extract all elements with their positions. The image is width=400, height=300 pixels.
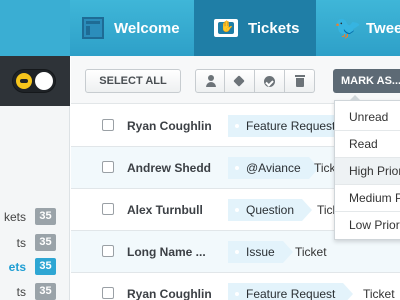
sidebar-item[interactable]: ts 35	[0, 281, 70, 300]
sidebar-item[interactable]: ts 35	[0, 232, 70, 254]
ticket-subject: Ticket	[295, 245, 327, 259]
assign-button[interactable]	[195, 69, 225, 93]
menu-item-medium-priority[interactable]: Medium Pri	[335, 185, 400, 212]
mark-as-button[interactable]: MARK AS...	[333, 69, 400, 93]
ticket-subject: Ticket	[363, 287, 395, 300]
sidebar-item-active[interactable]: ets 35	[0, 256, 70, 278]
row-checkbox[interactable]	[102, 287, 114, 299]
select-all-button[interactable]: SELECT ALL	[85, 69, 181, 93]
requester-name: Ryan Coughlin	[127, 119, 212, 133]
tab-welcome[interactable]: Welcome	[82, 0, 180, 56]
sidebar-item-label: ts	[16, 285, 26, 299]
person-icon	[196, 70, 224, 92]
requester-name: Alex Turnbull	[127, 203, 203, 217]
tag-button[interactable]	[225, 69, 255, 93]
nav-left-panel	[0, 0, 70, 56]
row-checkbox[interactable]	[102, 161, 114, 173]
menu-item-low-priority[interactable]: Low Prior	[335, 212, 400, 239]
action-button-group	[195, 69, 315, 93]
sidebar-item-count: 35	[35, 234, 56, 251]
sidebar: kets 35 ts 35 ets 35 ts 35	[0, 56, 70, 300]
tab-tickets-label: Tickets	[248, 19, 300, 37]
ticket-tag: Question	[228, 199, 313, 221]
sidebar-item-count: 35	[35, 208, 56, 225]
row-checkbox[interactable]	[102, 245, 114, 257]
menu-item-high-priority[interactable]: High Prior	[335, 158, 400, 185]
sidebar-item-label: ts	[16, 236, 26, 250]
tab-tweets[interactable]: 🐦 Twee	[334, 0, 400, 56]
requester-name: Long Name ...	[127, 245, 206, 259]
trash-icon	[285, 70, 314, 92]
sidebar-item-label: kets	[3, 210, 26, 224]
sidebar-item-count: 35	[35, 258, 56, 275]
resolve-button[interactable]	[255, 69, 285, 93]
sidebar-item-count: 35	[35, 283, 56, 300]
chat-icon	[16, 73, 32, 89]
mark-as-menu: Unread Read High Prior Medium Pri Low Pr…	[334, 95, 400, 240]
row-checkbox[interactable]	[102, 119, 114, 131]
ticket-tag: Feature Request	[228, 283, 354, 300]
sidebar-header	[0, 56, 70, 106]
check-icon	[255, 70, 284, 92]
table-row[interactable]: Ryan Coughlin Feature Request Ticket	[71, 273, 400, 300]
status-toggle[interactable]	[12, 69, 56, 93]
sidebar-item-label: ets	[8, 260, 26, 274]
top-nav: Welcome Tickets 🐦 Twee	[0, 0, 400, 56]
ticket-tag: Feature Request	[228, 115, 354, 137]
tag-icon	[225, 70, 254, 92]
ticket-tag: Issue	[228, 241, 293, 263]
ticket-tag: @Aviance	[228, 157, 319, 179]
ticket-icon	[214, 19, 238, 37]
toggle-knob	[35, 72, 53, 90]
tab-welcome-label: Welcome	[114, 19, 180, 37]
tab-tweets-label: Twee	[366, 19, 400, 37]
tab-tickets[interactable]: Tickets	[194, 0, 316, 56]
requester-name: Andrew Shedd	[127, 161, 212, 175]
requester-name: Ryan Coughlin	[127, 287, 212, 300]
menu-item-unread[interactable]: Unread	[335, 104, 400, 131]
delete-button[interactable]	[285, 69, 315, 93]
menu-caret	[349, 95, 361, 101]
sidebar-item[interactable]: kets 35	[0, 206, 70, 228]
menu-item-read[interactable]: Read	[335, 131, 400, 158]
welcome-icon	[82, 17, 104, 39]
twitter-bird-icon: 🐦	[334, 15, 362, 40]
row-checkbox[interactable]	[102, 203, 114, 215]
